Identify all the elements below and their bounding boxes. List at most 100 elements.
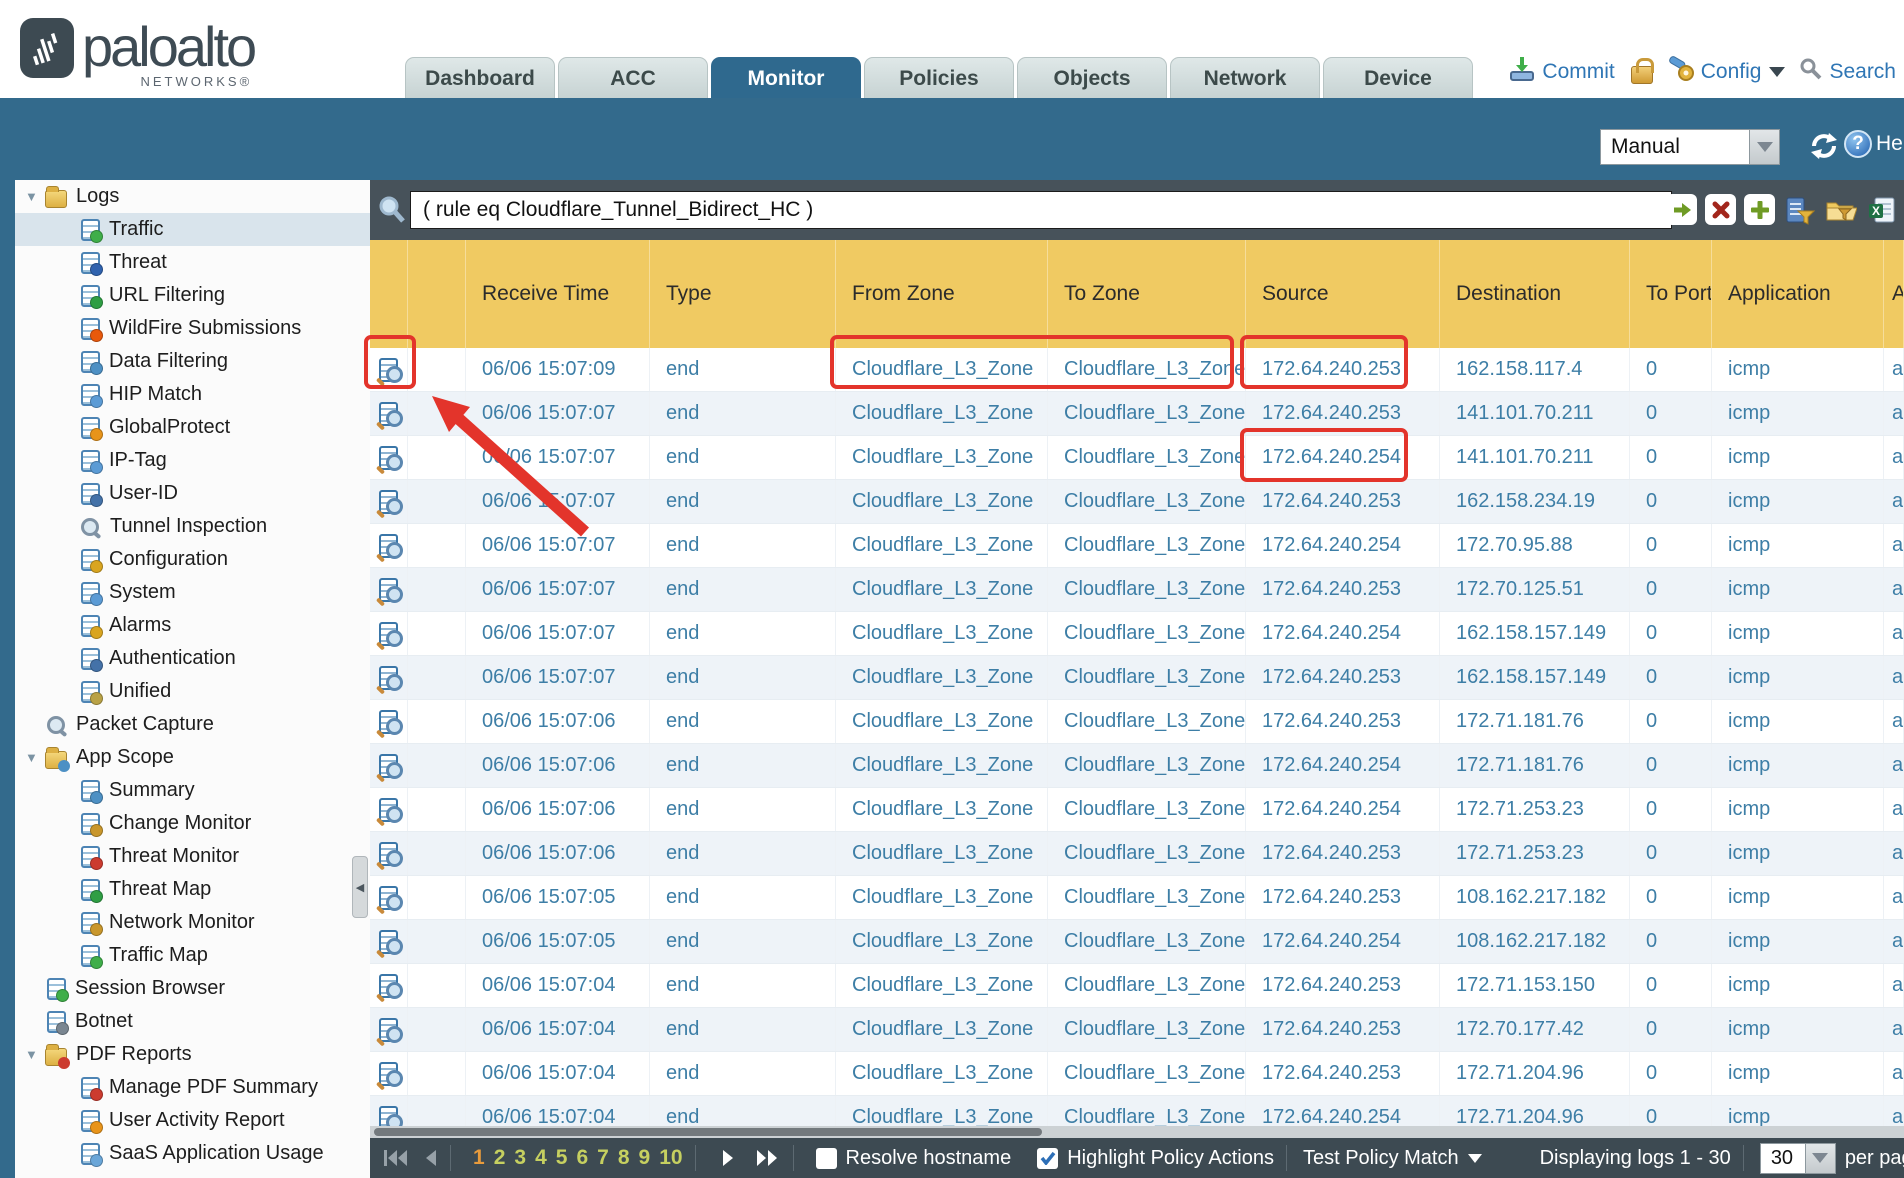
page-3[interactable]: 3: [514, 1146, 526, 1170]
page-10[interactable]: 10: [659, 1146, 682, 1170]
sidebar-item-traffic-map[interactable]: Traffic Map: [15, 939, 370, 972]
page-1[interactable]: 1: [473, 1146, 485, 1170]
horizontal-scrollbar[interactable]: [370, 1126, 1904, 1138]
lock-icon[interactable]: [1631, 66, 1653, 84]
refresh-mode-dropdown-button[interactable]: [1750, 129, 1780, 165]
table-row[interactable]: 06/06 15:07:07endCloudflare_L3_ZoneCloud…: [370, 656, 1904, 700]
sidebar-item-summary[interactable]: Summary: [15, 774, 370, 807]
sidebar-item-change-monitor[interactable]: Change Monitor: [15, 807, 370, 840]
export-to-csv-icon[interactable]: X: [1865, 194, 1898, 225]
page-5[interactable]: 5: [556, 1146, 568, 1170]
log-detail-icon[interactable]: [379, 622, 398, 646]
table-row[interactable]: 06/06 15:07:04endCloudflare_L3_ZoneCloud…: [370, 1096, 1904, 1126]
clear-filter-icon[interactable]: [1705, 194, 1736, 225]
sidebar-item-system[interactable]: System: [15, 576, 370, 609]
log-detail-icon[interactable]: [379, 578, 398, 602]
column-header-source[interactable]: Source: [1246, 240, 1440, 348]
sidebar-item-saas-application-usage[interactable]: SaaS Application Usage: [15, 1137, 370, 1170]
filter-query-input[interactable]: [410, 191, 1672, 229]
sidebar-item-unified[interactable]: Unified: [15, 675, 370, 708]
highlight-policy-actions-checkbox[interactable]: [1037, 1148, 1058, 1169]
expand-triangle-icon[interactable]: ▼: [25, 189, 45, 204]
horizontal-scrollbar-thumb[interactable]: [374, 1128, 1042, 1136]
tab-acc[interactable]: ACC: [558, 57, 708, 98]
log-detail-icon[interactable]: [379, 446, 398, 470]
filter-builder-icon[interactable]: [1783, 194, 1816, 225]
table-row[interactable]: 06/06 15:07:07endCloudflare_L3_ZoneCloud…: [370, 480, 1904, 524]
apply-filter-icon[interactable]: [1666, 194, 1697, 225]
per-page-dropdown-button[interactable]: [1806, 1143, 1836, 1174]
log-detail-icon[interactable]: [379, 842, 398, 866]
table-row[interactable]: 06/06 15:07:06endCloudflare_L3_ZoneCloud…: [370, 700, 1904, 744]
table-row[interactable]: 06/06 15:07:09endCloudflare_L3_ZoneCloud…: [370, 348, 1904, 392]
table-row[interactable]: 06/06 15:07:06endCloudflare_L3_ZoneCloud…: [370, 744, 1904, 788]
sidebar-item-threat[interactable]: Threat: [15, 246, 370, 279]
sidebar-item-app-scope[interactable]: ▼App Scope: [15, 741, 370, 774]
table-row[interactable]: 06/06 15:07:06endCloudflare_L3_ZoneCloud…: [370, 832, 1904, 876]
expand-triangle-icon[interactable]: ▼: [25, 1047, 45, 1062]
tab-network[interactable]: Network: [1170, 57, 1320, 98]
tab-monitor[interactable]: Monitor: [711, 57, 861, 98]
sidebar-item-hip-match[interactable]: HIP Match: [15, 378, 370, 411]
sidebar-item-ip-tag[interactable]: IP-Tag: [15, 444, 370, 477]
help-button[interactable]: ? Help: [1844, 130, 1904, 158]
sidebar-collapse-handle[interactable]: ◀: [352, 856, 368, 918]
last-page-button[interactable]: [755, 1149, 781, 1167]
sidebar-item-wildfire-submissions[interactable]: WildFire Submissions: [15, 312, 370, 345]
column-header-to-port[interactable]: To Port: [1630, 240, 1712, 348]
log-detail-icon[interactable]: [379, 886, 398, 910]
next-page-button[interactable]: [721, 1149, 735, 1167]
tab-dashboard[interactable]: Dashboard: [405, 57, 555, 98]
config-button[interactable]: Config: [1667, 56, 1786, 88]
commit-button[interactable]: Commit: [1508, 56, 1614, 88]
column-header-action[interactable]: Action: [1884, 240, 1904, 348]
sidebar-item-traffic[interactable]: Traffic: [15, 213, 370, 246]
sidebar-item-configuration[interactable]: Configuration: [15, 543, 370, 576]
log-detail-icon[interactable]: [379, 534, 398, 558]
log-detail-icon[interactable]: [379, 1018, 398, 1042]
column-header-to-zone[interactable]: To Zone: [1048, 240, 1246, 348]
table-row[interactable]: 06/06 15:07:07endCloudflare_L3_ZoneCloud…: [370, 524, 1904, 568]
sidebar-item-manage-pdf-summary[interactable]: Manage PDF Summary: [15, 1071, 370, 1104]
sidebar-item-globalprotect[interactable]: GlobalProtect: [15, 411, 370, 444]
log-detail-icon[interactable]: [379, 666, 398, 690]
per-page-select[interactable]: 30: [1760, 1143, 1836, 1174]
search-button[interactable]: Search: [1799, 57, 1896, 87]
sidebar-item-authentication[interactable]: Authentication: [15, 642, 370, 675]
table-row[interactable]: 06/06 15:07:07endCloudflare_L3_ZoneCloud…: [370, 436, 1904, 480]
sidebar-item-alarms[interactable]: Alarms: [15, 609, 370, 642]
log-detail-icon[interactable]: [379, 754, 398, 778]
column-header-type[interactable]: Type: [650, 240, 836, 348]
log-detail-icon[interactable]: [379, 974, 398, 998]
table-row[interactable]: 06/06 15:07:04endCloudflare_L3_ZoneCloud…: [370, 1052, 1904, 1096]
table-row[interactable]: 06/06 15:07:06endCloudflare_L3_ZoneCloud…: [370, 788, 1904, 832]
sidebar-item-threat-monitor[interactable]: Threat Monitor: [15, 840, 370, 873]
expand-triangle-icon[interactable]: ▼: [25, 750, 45, 765]
table-row[interactable]: 06/06 15:07:04endCloudflare_L3_ZoneCloud…: [370, 1008, 1904, 1052]
sidebar-item-botnet[interactable]: Botnet: [15, 1005, 370, 1038]
log-detail-icon[interactable]: [379, 710, 398, 734]
column-header-receive-time[interactable]: Receive Time: [466, 240, 650, 348]
sidebar-item-data-filtering[interactable]: Data Filtering: [15, 345, 370, 378]
page-9[interactable]: 9: [639, 1146, 651, 1170]
test-policy-match-button[interactable]: Test Policy Match: [1303, 1147, 1482, 1170]
sidebar-item-tunnel-inspection[interactable]: Tunnel Inspection: [15, 510, 370, 543]
sidebar-item-session-browser[interactable]: Session Browser: [15, 972, 370, 1005]
page-8[interactable]: 8: [618, 1146, 630, 1170]
sidebar-item-url-filtering[interactable]: URL Filtering: [15, 279, 370, 312]
page-6[interactable]: 6: [576, 1146, 588, 1170]
tab-policies[interactable]: Policies: [864, 57, 1014, 98]
log-detail-icon[interactable]: [379, 930, 398, 954]
first-page-button[interactable]: [383, 1149, 411, 1167]
table-row[interactable]: 06/06 15:07:07endCloudflare_L3_ZoneCloud…: [370, 612, 1904, 656]
sidebar-item-packet-capture[interactable]: Packet Capture: [15, 708, 370, 741]
table-row[interactable]: 06/06 15:07:05endCloudflare_L3_ZoneCloud…: [370, 876, 1904, 920]
log-detail-icon[interactable]: [379, 402, 398, 426]
resolve-hostname-checkbox[interactable]: [816, 1148, 837, 1169]
table-row[interactable]: 06/06 15:07:05endCloudflare_L3_ZoneCloud…: [370, 920, 1904, 964]
log-detail-icon[interactable]: [379, 490, 398, 514]
add-filter-icon[interactable]: [1744, 194, 1775, 225]
column-header-from-zone[interactable]: From Zone: [836, 240, 1048, 348]
page-2[interactable]: 2: [494, 1146, 506, 1170]
sidebar-item-user-activity-report[interactable]: User Activity Report: [15, 1104, 370, 1137]
